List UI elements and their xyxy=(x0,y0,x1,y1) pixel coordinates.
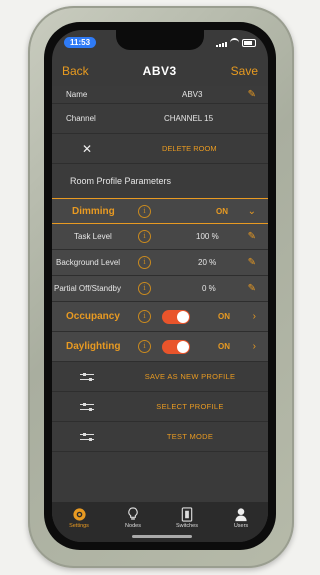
occupancy-state: ON xyxy=(218,312,230,321)
background-level-label: Background Level xyxy=(56,258,121,267)
delete-room-row[interactable]: ✕ DELETE ROOM xyxy=(52,134,268,164)
partial-off-value: 0 % xyxy=(202,284,216,293)
delete-room-button[interactable]: DELETE ROOM xyxy=(162,144,217,153)
app-screen: 11:53 Back ABV3 Save Name ABV3 ✎ Channel… xyxy=(52,30,268,542)
pencil-icon[interactable]: ✎ xyxy=(248,283,256,294)
switch-icon xyxy=(167,506,207,522)
close-icon: ✕ xyxy=(82,141,93,156)
test-mode-row[interactable]: TEST MODE xyxy=(52,422,268,452)
channel-value: CHANNEL 15 xyxy=(164,114,214,123)
info-icon[interactable]: i xyxy=(138,340,151,353)
bulb-icon xyxy=(113,506,153,522)
partial-off-label: Partial Off/Standby xyxy=(54,284,121,293)
tab-label: Settings xyxy=(69,523,89,529)
sliders-icon xyxy=(80,402,94,412)
channel-row[interactable]: Channel CHANNEL 15 xyxy=(52,104,268,134)
dimming-state: ON xyxy=(216,206,228,216)
name-label: Name xyxy=(66,90,88,99)
task-level-label: Task Level xyxy=(74,232,112,241)
tab-label: Switches xyxy=(175,523,198,529)
section-title: Room Profile Parameters xyxy=(70,176,172,186)
tab-users[interactable]: Users xyxy=(221,506,261,529)
daylighting-toggle[interactable] xyxy=(162,339,190,354)
pencil-icon[interactable]: ✎ xyxy=(248,231,256,242)
tab-label: Users xyxy=(233,523,249,529)
background-level-value: 20 % xyxy=(198,258,217,267)
tab-switches[interactable]: Switches xyxy=(167,506,207,529)
pencil-icon[interactable]: ✎ xyxy=(248,257,256,268)
info-icon[interactable]: i xyxy=(138,230,151,243)
toggle-knob xyxy=(177,310,189,323)
save-button[interactable]: Save xyxy=(231,64,258,78)
occupancy-label: Occupancy xyxy=(66,311,120,322)
section-header: Room Profile Parameters xyxy=(52,164,268,198)
tab-label: Nodes xyxy=(125,523,141,529)
user-icon xyxy=(221,506,261,522)
channel-label: Channel xyxy=(66,114,96,123)
daylighting-label: Daylighting xyxy=(66,341,121,352)
name-value: ABV3 xyxy=(182,90,203,99)
info-icon[interactable]: i xyxy=(138,204,151,218)
chevron-down-icon[interactable]: ⌄ xyxy=(248,206,256,217)
wifi-icon xyxy=(230,38,239,47)
pencil-icon[interactable]: ✎ xyxy=(248,89,256,100)
task-level-row[interactable]: Task Level i 100 % ✎ xyxy=(52,224,268,250)
status-time: 11:53 xyxy=(64,37,97,48)
back-button[interactable]: Back xyxy=(62,64,89,78)
status-icons xyxy=(216,38,256,47)
signal-icon xyxy=(216,42,227,47)
info-icon[interactable]: i xyxy=(138,282,151,295)
save-as-new-profile-button[interactable]: SAVE AS NEW PROFILE xyxy=(132,372,248,381)
phone-frame: 11:53 Back ABV3 Save Name ABV3 ✎ Channel… xyxy=(44,22,276,550)
dimming-label: Dimming xyxy=(72,205,115,217)
daylighting-state: ON xyxy=(218,342,230,351)
save-profile-row[interactable]: SAVE AS NEW PROFILE xyxy=(52,362,268,392)
occupancy-toggle[interactable] xyxy=(162,309,190,324)
select-profile-row[interactable]: SELECT PROFILE xyxy=(52,392,268,422)
chevron-right-icon[interactable]: › xyxy=(253,311,256,322)
dimming-row[interactable]: Dimming i ON ⌄ xyxy=(52,198,268,224)
partial-off-row[interactable]: Partial Off/Standby i 0 % ✎ xyxy=(52,276,268,302)
settings-list: Name ABV3 ✎ Channel CHANNEL 15 ✕ DELETE … xyxy=(52,86,268,502)
select-profile-button[interactable]: SELECT PROFILE xyxy=(132,402,248,411)
task-level-value: 100 % xyxy=(196,232,219,241)
name-row[interactable]: Name ABV3 ✎ xyxy=(52,86,268,104)
battery-icon xyxy=(242,39,256,47)
home-indicator[interactable] xyxy=(132,535,192,538)
page-title: ABV3 xyxy=(142,64,177,78)
occupancy-row[interactable]: Occupancy i ON › xyxy=(52,302,268,332)
test-mode-button[interactable]: TEST MODE xyxy=(132,432,248,441)
tab-settings[interactable]: Settings xyxy=(59,506,99,529)
sliders-icon xyxy=(80,372,94,382)
notch xyxy=(116,30,204,50)
tab-nodes[interactable]: Nodes xyxy=(113,506,153,529)
daylighting-row[interactable]: Daylighting i ON › xyxy=(52,332,268,362)
background-level-row[interactable]: Background Level i 20 % ✎ xyxy=(52,250,268,276)
nav-bar: Back ABV3 Save xyxy=(52,58,268,84)
chevron-right-icon[interactable]: › xyxy=(253,341,256,352)
info-icon[interactable]: i xyxy=(138,256,151,269)
toggle-knob xyxy=(177,340,189,353)
info-icon[interactable]: i xyxy=(138,310,151,323)
sliders-icon xyxy=(80,432,94,442)
gear-icon xyxy=(59,506,99,522)
